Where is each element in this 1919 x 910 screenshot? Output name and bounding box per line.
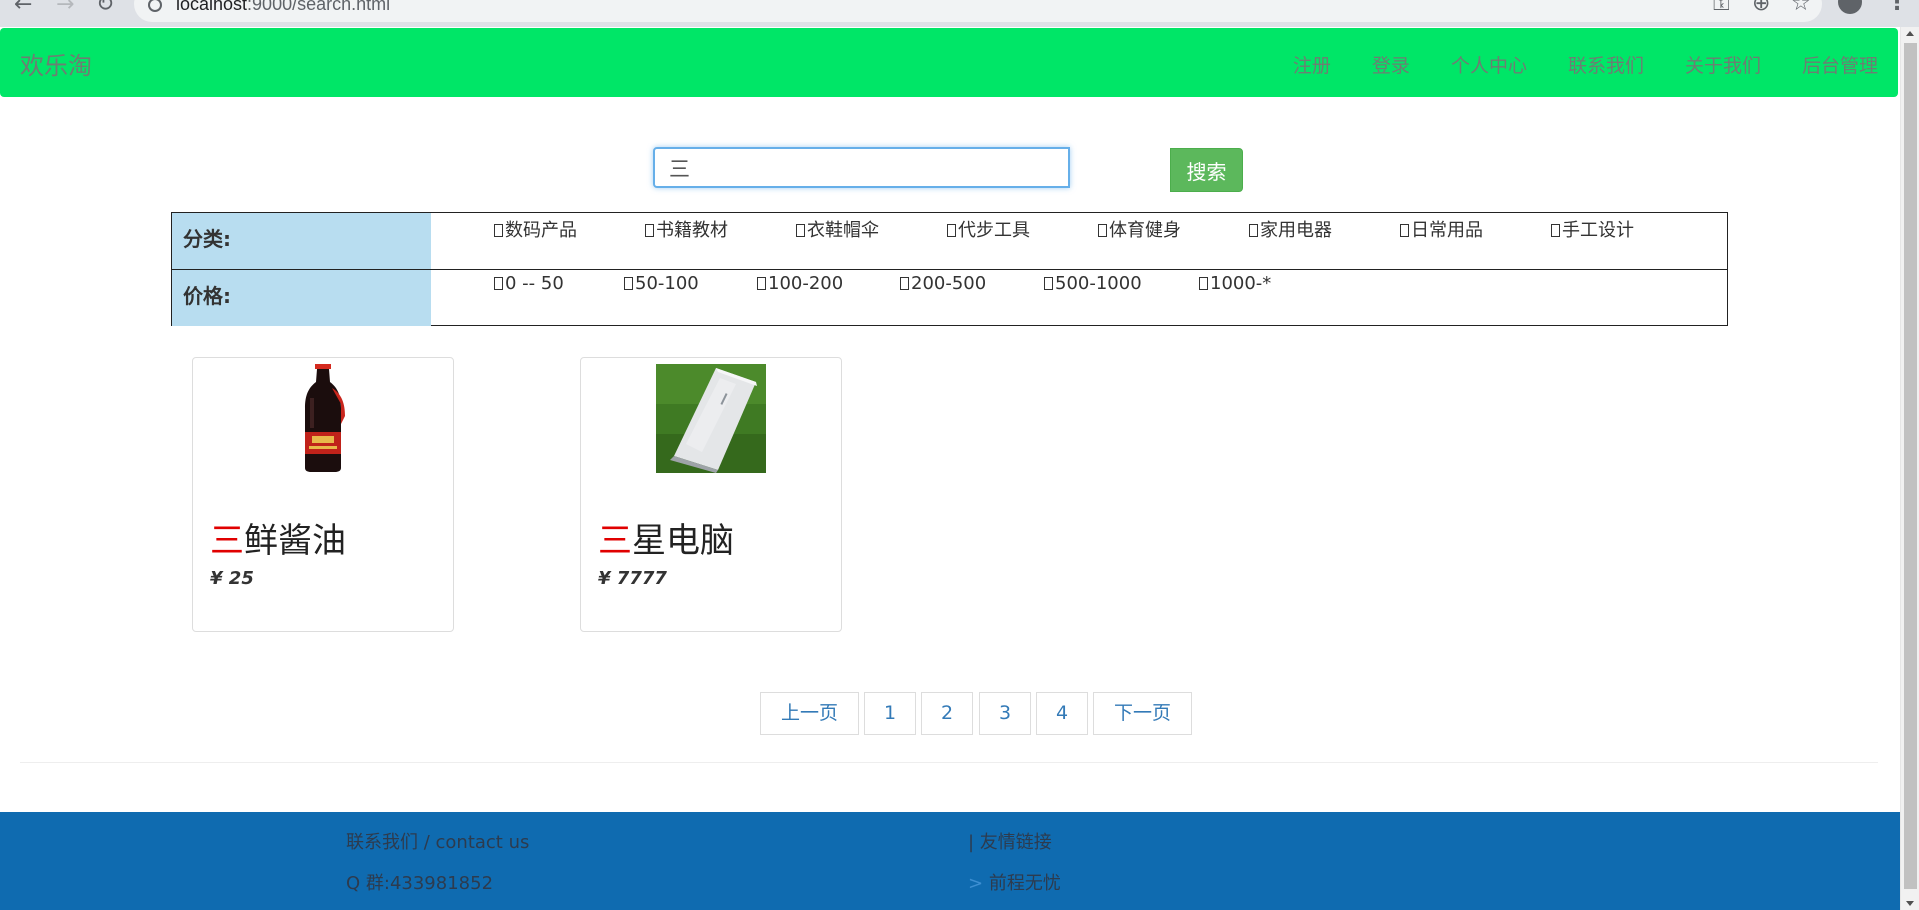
reload-icon[interactable]: ↻ — [96, 0, 114, 17]
price-option[interactable]: 1000-* — [1199, 273, 1271, 294]
price-filter-row: 价格: 0 -- 50 50-100 100-200 200-500 500-1… — [172, 270, 1727, 326]
footer-contact-title: 联系我们 / contact us — [346, 832, 530, 853]
content-divider — [20, 762, 1878, 763]
product-name[interactable]: 三鲜酱油 — [210, 513, 346, 562]
scroll-up-arrow-icon[interactable] — [1906, 31, 1914, 36]
scrollbar-thumb[interactable] — [1904, 43, 1917, 889]
nav-register[interactable]: 注册 — [1293, 51, 1331, 78]
checkbox-icon[interactable] — [947, 224, 956, 237]
prev-page-button[interactable]: 上一页 — [760, 692, 859, 735]
nav-links: 注册 登录 个人中心 联系我们 关于我们 后台管理 — [1252, 51, 1878, 78]
footer-link-item[interactable]: > 前程无忧 — [968, 869, 1061, 895]
checkbox-icon[interactable] — [645, 224, 654, 237]
category-option[interactable]: 家用电器 — [1249, 216, 1332, 242]
category-option[interactable]: 体育健身 — [1098, 216, 1181, 242]
footer-qq-group: Q 群:433981852 — [346, 873, 494, 894]
checkbox-icon[interactable] — [757, 277, 766, 290]
nav-about[interactable]: 关于我们 — [1685, 51, 1761, 78]
category-option[interactable]: 代步工具 — [947, 216, 1030, 242]
nav-admin[interactable]: 后台管理 — [1802, 51, 1878, 78]
category-label: 分类: — [172, 213, 431, 269]
category-option[interactable]: 衣鞋帽伞 — [796, 216, 879, 242]
price-option[interactable]: 500-1000 — [1044, 273, 1142, 294]
top-navbar: 欢乐淘 注册 登录 个人中心 联系我们 关于我们 后台管理 — [0, 28, 1898, 97]
category-option[interactable]: 手工设计 — [1551, 216, 1634, 242]
nav-profile[interactable]: 个人中心 — [1451, 51, 1527, 78]
footer-links-title: | 友情链接 — [968, 832, 1052, 853]
info-icon[interactable] — [148, 0, 162, 12]
address-bar[interactable]: localhost:9000/search.html — [134, 0, 1822, 22]
category-option[interactable]: 书籍教材 — [645, 216, 728, 242]
price-option[interactable]: 50-100 — [624, 273, 699, 294]
filter-table: 分类: 数码产品 书籍教材 衣鞋帽伞 代步工具 体育健身 家用电器 日常用品 手… — [171, 212, 1728, 326]
site-footer: 联系我们 / contact us Q 群:433981852 | 友情链接 >… — [0, 812, 1900, 910]
next-page-button[interactable]: 下一页 — [1093, 692, 1192, 735]
zoom-icon[interactable]: ⊕ — [1752, 0, 1770, 16]
scroll-down-arrow-icon[interactable] — [1906, 901, 1914, 906]
category-option[interactable]: 日常用品 — [1400, 216, 1483, 242]
extension-key-icon[interactable]: ⚿ — [1713, 0, 1730, 16]
page-1-button[interactable]: 1 — [864, 692, 916, 735]
search-input[interactable] — [653, 147, 1070, 188]
page-viewport: 欢乐淘 注册 登录 个人中心 联系我们 关于我们 后台管理 搜索 分类: 数码产… — [0, 27, 1900, 910]
checkbox-icon[interactable] — [494, 224, 503, 237]
product-name[interactable]: 三星电脑 — [598, 513, 734, 562]
site-brand[interactable]: 欢乐淘 — [20, 46, 92, 81]
product-card[interactable]: 三星电脑 ¥ 7777 — [580, 357, 842, 632]
category-option[interactable]: 数码产品 — [494, 216, 577, 242]
price-option[interactable]: 200-500 — [900, 273, 986, 294]
page-4-button[interactable]: 4 — [1036, 692, 1088, 735]
address-url[interactable]: localhost:9000/search.html — [176, 0, 390, 15]
more-menu-icon[interactable]: ⋮ — [1886, 0, 1908, 15]
category-filter-row: 分类: 数码产品 书籍教材 衣鞋帽伞 代步工具 体育健身 家用电器 日常用品 手… — [172, 213, 1727, 270]
checkbox-icon[interactable] — [796, 224, 805, 237]
product-card[interactable]: 三鲜酱油 ¥ 25 — [192, 357, 454, 632]
browser-chrome: ← → ↻ localhost:9000/search.html ⚿ ⊕ ☆ ⋮ — [0, 0, 1919, 27]
checkbox-icon[interactable] — [1044, 277, 1053, 290]
price-option[interactable]: 100-200 — [757, 273, 843, 294]
profile-avatar-icon[interactable] — [1838, 0, 1862, 14]
checkbox-icon[interactable] — [1400, 224, 1409, 237]
checkbox-icon[interactable] — [1199, 277, 1208, 290]
checkbox-icon[interactable] — [900, 277, 909, 290]
checkbox-icon[interactable] — [1098, 224, 1107, 237]
bookmark-star-icon[interactable]: ☆ — [1791, 0, 1811, 16]
price-option[interactable]: 0 -- 50 — [494, 273, 564, 294]
price-label: 价格: — [172, 270, 431, 326]
search-button[interactable]: 搜索 — [1170, 148, 1243, 192]
chevron-right-icon: > — [968, 873, 984, 894]
checkbox-icon[interactable] — [1551, 224, 1560, 237]
nav-login[interactable]: 登录 — [1372, 51, 1410, 78]
checkbox-icon[interactable] — [494, 277, 503, 290]
soy-sauce-bottle-icon[interactable] — [268, 364, 378, 473]
product-price: ¥ 25 — [210, 568, 254, 589]
vertical-scrollbar[interactable] — [1900, 27, 1919, 910]
checkbox-icon[interactable] — [1249, 224, 1258, 237]
nav-contact[interactable]: 联系我们 — [1568, 51, 1644, 78]
forward-arrow-icon[interactable]: → — [56, 0, 74, 17]
page-2-button[interactable]: 2 — [921, 692, 973, 735]
checkbox-icon[interactable] — [624, 277, 633, 290]
laptop-on-grass-icon[interactable] — [656, 364, 766, 473]
page-3-button[interactable]: 3 — [979, 692, 1031, 735]
back-arrow-icon[interactable]: ← — [14, 0, 32, 17]
product-price: ¥ 7777 — [598, 568, 667, 589]
